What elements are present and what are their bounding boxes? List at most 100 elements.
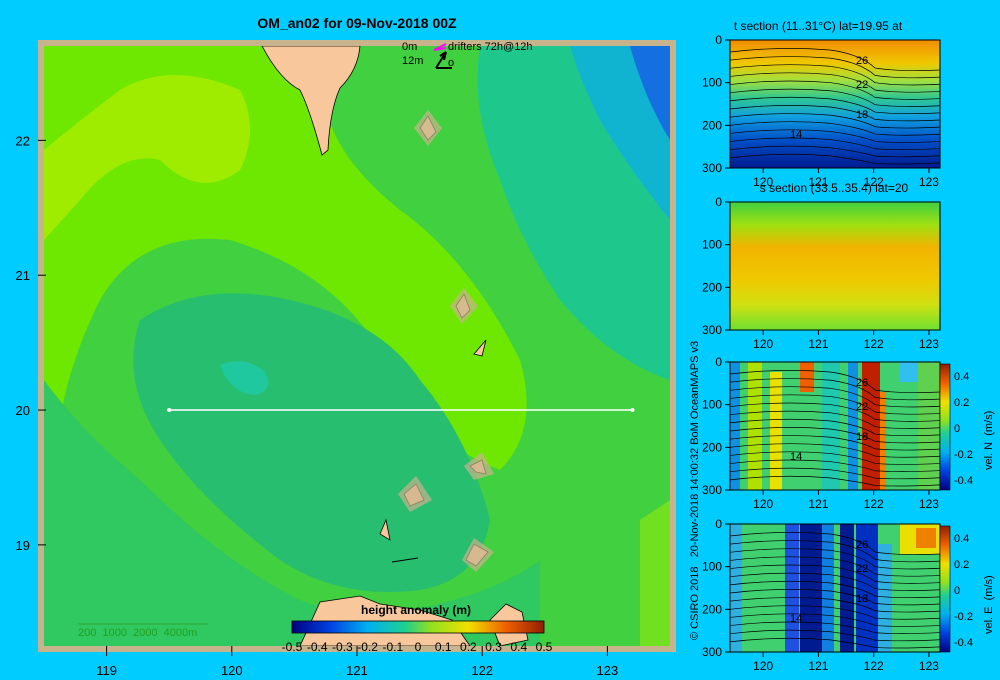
- section-y-tick-label: 0: [715, 517, 722, 531]
- section-y-tick-label: 300: [702, 483, 722, 497]
- section-x-tick-label: 122: [864, 659, 884, 673]
- colorbar-tick-label: 0.1: [435, 640, 452, 654]
- section-x-tick-label: 121: [808, 175, 828, 189]
- velocity-colorbar-tick: 0.2: [954, 397, 969, 409]
- map-y-tick-label: 19: [16, 538, 30, 553]
- vel-n-colorbar: [939, 363, 951, 491]
- colorbar-tick-label: -0.3: [332, 640, 353, 654]
- map-x-tick-label: 120: [221, 663, 243, 678]
- velocity-colorbar-tick: -0.2: [954, 611, 973, 623]
- colorbar-tick-label: -0.5: [282, 640, 303, 654]
- section-x-tick-label: 120: [753, 175, 773, 189]
- section-y-tick-label: 0: [715, 33, 722, 47]
- map-x-tick-label: 121: [346, 663, 368, 678]
- colorbar-tick-label: 0.5: [536, 640, 553, 654]
- map-y-tick-label: 21: [16, 268, 30, 283]
- bathymetry-legend: 200 1000 2000 4000m: [78, 627, 197, 639]
- velocity-band: [770, 372, 782, 490]
- contour-label: 26: [856, 377, 868, 389]
- contour-label: 26: [856, 55, 868, 67]
- contour-label: 18: [856, 431, 868, 443]
- contour-label: 26: [856, 539, 868, 551]
- legend-drifters-label: drifters 72h@12h: [448, 41, 533, 53]
- vel-e-colorbar: [939, 525, 951, 653]
- s-section-title: s section (33.5..35.4) lat=20: [760, 181, 909, 195]
- section-y-tick-label: 200: [702, 118, 722, 132]
- map-x-tick-label: 123: [597, 663, 619, 678]
- legend-depth-12m: 12m: [402, 55, 423, 67]
- map-title: OM_an02 for 09-Nov-2018 00Z: [257, 15, 457, 31]
- figure: OM_an02 for 09-Nov-2018 00Z 119 120 121 …: [16, 15, 995, 678]
- velocity-band: [822, 524, 834, 652]
- section-x-tick-label: 122: [864, 337, 884, 351]
- map-x-tick-label: 119: [96, 663, 117, 678]
- velocity-band: [800, 524, 822, 652]
- colorbar-tick-label: 0.4: [510, 640, 527, 654]
- colorbar-tick-label: -0.1: [382, 640, 403, 654]
- velocity-colorbar-tick: 0.2: [954, 559, 969, 571]
- map-y-tick-label: 20: [16, 403, 30, 418]
- section-y-tick-label: 100: [702, 76, 722, 90]
- section-y-tick-label: 200: [702, 280, 722, 294]
- velocity-band: [840, 524, 854, 652]
- section-x-tick-label: 123: [919, 337, 939, 351]
- colorbar-tick-label: -0.2: [357, 640, 378, 654]
- s-section-field: [730, 202, 940, 330]
- contour-label: 22: [856, 401, 868, 413]
- map-x-tick-label: 122: [471, 663, 493, 678]
- section-y-tick-label: 300: [702, 161, 722, 175]
- transect-start-point: [167, 408, 172, 413]
- section-x-tick-label: 122: [864, 497, 884, 511]
- s-section-panel: 120 121 122 123 0 100 200 300: [702, 195, 941, 351]
- vel-e-colorbar-label: vel. E (m/s): [983, 575, 995, 634]
- section-y-tick-label: 100: [702, 398, 722, 412]
- section-y-tick-label: 200: [702, 440, 722, 454]
- section-y-tick-label: 300: [702, 323, 722, 337]
- section-x-tick-label: 121: [808, 337, 828, 351]
- colorbar-title: height anomaly (m): [361, 603, 471, 617]
- colorbar-gradient: [291, 620, 545, 634]
- section-x-tick-label: 123: [919, 497, 939, 511]
- field-southeast-green: [640, 500, 670, 646]
- velocity-band: [748, 362, 762, 490]
- map-y-tick-label: 22: [16, 133, 30, 148]
- section-x-tick-label: 123: [919, 175, 939, 189]
- contour-label: 18: [856, 593, 868, 605]
- colorbar-tick-label: -0.4: [307, 640, 328, 654]
- section-y-tick-label: 200: [702, 602, 722, 616]
- section-x-tick-label: 120: [753, 497, 773, 511]
- velocity-colorbar-tick: 0.4: [954, 533, 969, 545]
- colorbar-ticks: -0.5 -0.4 -0.3 -0.2 -0.1 0 0.1 0.2 0.3 0.4 0.5: [282, 640, 553, 654]
- t-section-panel: 26 22 18 14 120 121 122 123 0 100 200 300: [702, 33, 941, 189]
- section-y-tick-label: 100: [702, 238, 722, 252]
- t-section-title: t section (11..31°C) lat=19.95 at: [734, 19, 903, 33]
- contour-label: 14: [790, 451, 802, 463]
- contour-label: 14: [790, 129, 802, 141]
- vel-e-colorbar-ticks: 0.4 0.2 0 -0.2 -0.4: [954, 533, 973, 649]
- colorbar-tick-label: 0.2: [460, 640, 477, 654]
- velocity-band: [916, 528, 936, 548]
- transect-end-point: [630, 408, 635, 413]
- section-x-tick-label: 120: [753, 659, 773, 673]
- vel-n-colorbar-label: vel. N (m/s): [983, 411, 995, 470]
- section-x-tick-label: 120: [753, 337, 773, 351]
- velocity-colorbar-tick: 0: [954, 585, 960, 597]
- contour-label: 22: [856, 79, 868, 91]
- velocity-colorbar-tick: 0.4: [954, 371, 969, 383]
- section-y-tick-label: 300: [702, 645, 722, 659]
- section-y-tick-label: 0: [715, 355, 722, 369]
- vel-n-colorbar-ticks: 0.4 0.2 0 -0.2 -0.4: [954, 371, 973, 487]
- velocity-colorbar-tick: -0.4: [954, 637, 973, 649]
- legend-vector-label: o: [448, 57, 454, 69]
- velocity-band: [785, 524, 799, 652]
- vel-e-section-panel: 26 22 18 14 120 121 122 123 0 100 200 300 0.4 0.2 0 -…: [702, 517, 995, 673]
- section-x-tick-label: 123: [919, 659, 939, 673]
- section-x-tick-label: 122: [864, 175, 884, 189]
- map-panel: 119 120 121 122 123 22 21 20 19: [16, 40, 676, 678]
- velocity-colorbar-tick: -0.4: [954, 475, 973, 487]
- legend-depth-0m: 0m: [402, 41, 417, 53]
- velocity-band: [900, 362, 918, 382]
- vel-n-section-panel: 26 22 18 14 120 121 122 123 0 100 200 300 0.4 0.2 0 -…: [702, 355, 995, 511]
- colorbar-tick-label: 0: [415, 640, 422, 654]
- credit-text: © CSIRO 2018 20-Nov-2018 14:00:32 BoM Oc…: [689, 341, 701, 640]
